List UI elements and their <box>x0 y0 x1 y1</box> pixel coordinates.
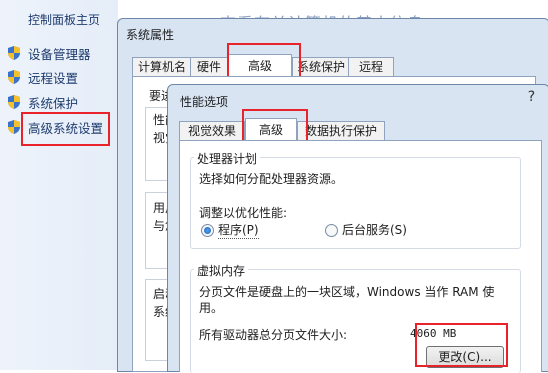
help-button[interactable]: ? <box>518 88 545 106</box>
adjust-label: 调整以优化性能: <box>199 206 288 220</box>
control-panel-left-pane: 控制面板主页 设备管理器 远程设置 系统保护 高级系统设置 <box>0 0 118 370</box>
control-panel-home-link[interactable]: 控制面板主页 <box>28 11 100 28</box>
uac-shield-icon <box>8 46 20 60</box>
task-device-manager[interactable]: 设备管理器 <box>6 44 91 62</box>
uac-shield-icon <box>8 120 20 134</box>
programs-radio[interactable] <box>201 224 214 237</box>
processor-description: 选择如何分配处理器资源。 <box>199 172 344 186</box>
tab-computer-name[interactable]: 计算机名 <box>132 57 192 77</box>
highlight-box <box>21 112 110 146</box>
total-paging-size-label: 所有驱动器总分页文件大小: <box>199 328 348 342</box>
tab-remote[interactable]: 远程 <box>348 57 394 77</box>
uac-shield-icon <box>8 95 20 109</box>
virtual-memory-description-line1: 分页文件是硬盘上的一块区域，Windows 当作 RAM 使 <box>199 285 495 299</box>
programs-radio-label[interactable]: 程序(P) <box>218 221 259 239</box>
task-label: 设备管理器 <box>28 46 91 62</box>
uac-shield-icon <box>8 70 20 84</box>
dialog-title: 系统属性 <box>126 28 175 42</box>
background-services-label[interactable]: 后台服务(S) <box>342 221 407 238</box>
background-services-radio[interactable] <box>325 224 338 237</box>
tab-hardware[interactable]: 硬件 <box>190 57 228 77</box>
tab-visual-effects[interactable]: 视觉效果 <box>179 121 245 141</box>
group-heading: 虚拟内存 <box>194 262 249 279</box>
group-heading: 处理器计划 <box>194 150 261 167</box>
dialog-title: 性能选项 <box>180 95 229 109</box>
virtual-memory-description-line2: 用。 <box>199 301 224 315</box>
performance-options-dialog: 性能选项 ? 视觉效果 高级 数据执行保护 处理器计划 选择如何分配处理器资源。… <box>167 84 548 373</box>
highlight-box <box>415 323 508 367</box>
task-system-protection[interactable]: 系统保护 <box>6 93 78 111</box>
task-label: 远程设置 <box>28 70 79 86</box>
tab-data-execution-prevention[interactable]: 数据执行保护 <box>297 121 385 141</box>
task-remote-settings[interactable]: 远程设置 <box>6 68 78 86</box>
task-label: 系统保护 <box>28 95 79 111</box>
